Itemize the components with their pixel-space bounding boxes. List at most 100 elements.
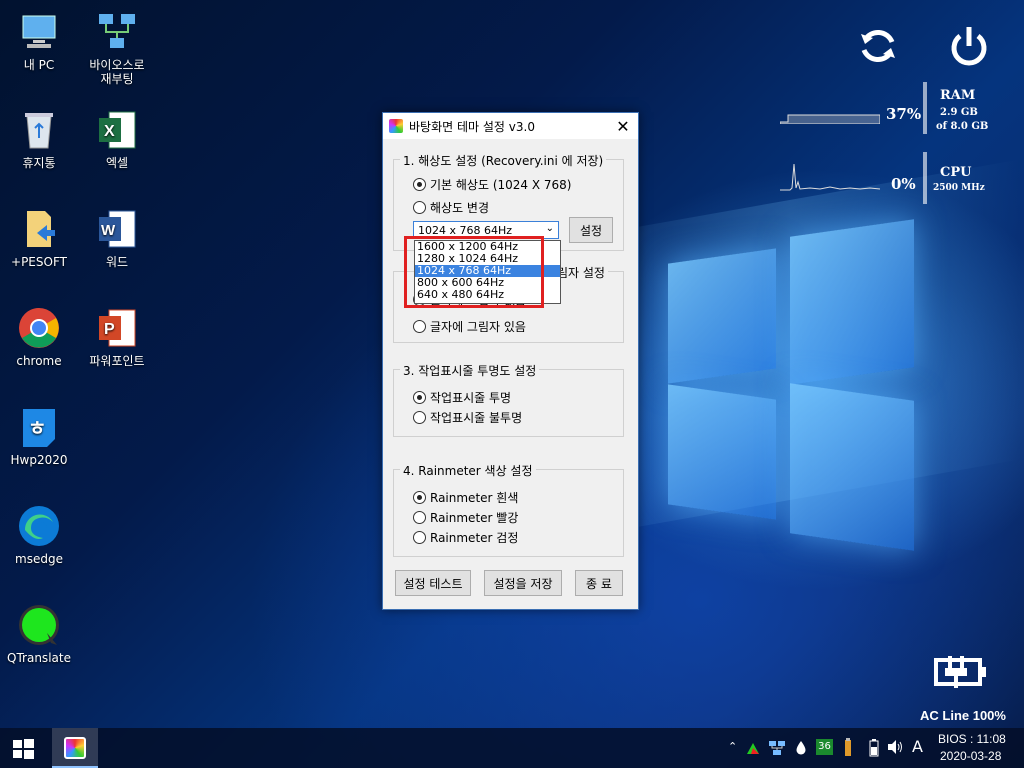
ram-percent: 37% (886, 105, 922, 123)
desktop-icon-label: 바이오스로 (89, 58, 145, 72)
ram-graph (779, 104, 881, 125)
desktop-icon-bios-reboot[interactable]: 바이오스로 재부팅 (78, 10, 156, 86)
desktop-icon-label: 휴지통 (22, 156, 56, 170)
radio-label: Rainmeter 검정 (430, 531, 519, 545)
tray-app-icon[interactable] (745, 740, 761, 759)
power-status: AC Line 100% (920, 708, 1006, 723)
folder-shortcut-icon (17, 207, 61, 251)
dialog-titlebar[interactable]: 바탕화면 테마 설정 v3.0 ✕ (383, 113, 638, 139)
radio-rainmeter-white[interactable]: Rainmeter 흰색 (413, 489, 518, 506)
radio-taskbar-opaque[interactable]: 작업표시줄 불투명 (413, 409, 522, 426)
radio-shadow[interactable]: 글자에 그림자 있음 (413, 318, 526, 335)
svg-text:P: P (104, 321, 115, 338)
radio-label: Rainmeter 흰색 (430, 491, 519, 505)
radio-default-resolution[interactable]: 기본 해상도 (1024 X 768) (413, 176, 572, 193)
widget-divider (923, 82, 927, 134)
desktop-icon-label: QTranslate (7, 651, 71, 665)
radio-dot[interactable] (413, 511, 426, 524)
desktop-icon-label: 내 PC (23, 58, 55, 72)
group-legend: 1. 해상도 설정 (Recovery.ini 에 저장) (400, 152, 607, 169)
windows-logo-pane (668, 384, 776, 520)
desktop-icon-my-pc[interactable]: 내 PC (0, 10, 78, 72)
desktop-icon-chrome[interactable]: chrome (0, 306, 78, 368)
desktop-icon-excel[interactable]: X 엑셀 (78, 108, 156, 170)
radio-label: 글자에 그림자 있음 (430, 320, 526, 334)
desktop-icon-powerpoint[interactable]: P 파워포인트 (78, 306, 156, 368)
radio-dot[interactable] (413, 391, 426, 404)
tray-badge[interactable]: 36 (816, 739, 833, 755)
radio-label: Rainmeter 빨강 (430, 511, 519, 525)
taskbar-app-theme-settings[interactable] (52, 728, 98, 768)
app-icon (389, 119, 403, 133)
cpu-label: CPU (940, 165, 972, 180)
ram-label: RAM (940, 88, 976, 103)
svg-text:W: W (101, 222, 116, 239)
cpu-percent: 0% (891, 175, 916, 193)
group-legend: 3. 작업표시줄 투명도 설정 (400, 362, 540, 379)
windows-start-icon (13, 739, 34, 759)
chevron-down-icon: ⌄ (545, 223, 554, 234)
radio-label: 기본 해상도 (1024 X 768) (430, 178, 572, 192)
close-button[interactable]: ✕ (608, 113, 638, 139)
ram-total: of 8.0 GB (936, 121, 989, 132)
tray-overflow-chevron-icon[interactable]: ⌃ (728, 740, 737, 753)
desktop-icon-msedge[interactable]: msedge (0, 504, 78, 566)
desktop-icon-word[interactable]: W 워드 (78, 207, 156, 269)
start-button[interactable] (10, 736, 36, 762)
radio-taskbar-transparent[interactable]: 작업표시줄 투명 (413, 389, 511, 406)
radio-dot[interactable] (413, 531, 426, 544)
usb-icon[interactable] (842, 738, 854, 761)
qtranslate-icon (17, 603, 61, 647)
highlight-annotation-box (404, 236, 544, 308)
radio-label: 작업표시줄 불투명 (430, 411, 523, 425)
app-icon (64, 737, 86, 759)
monitor-icon (17, 10, 61, 54)
desktop-icon-pesoft[interactable]: +PESOFT (0, 207, 78, 269)
dialog-title: 바탕화면 테마 설정 v3.0 (409, 119, 535, 134)
save-settings-button[interactable]: 설정을 저장 (484, 570, 562, 596)
desktop-icon-label: msedge (15, 552, 63, 566)
svg-text:ㅎ: ㅎ (28, 416, 46, 440)
water-drop-icon[interactable] (794, 740, 808, 759)
radio-dot[interactable] (413, 201, 426, 214)
power-icon[interactable] (947, 24, 991, 68)
refresh-icon[interactable] (856, 24, 900, 68)
network-icon (95, 10, 139, 54)
windows-logo-pane (790, 383, 914, 551)
chrome-icon (17, 306, 61, 350)
edge-icon (17, 504, 61, 548)
widget-divider (923, 152, 927, 204)
network-icon[interactable] (768, 739, 786, 760)
desktop-icon-label: chrome (16, 354, 62, 368)
word-icon: W (95, 207, 139, 251)
theme-settings-dialog: 바탕화면 테마 설정 v3.0 ✕ 1. 해상도 설정 (Recovery.in… (382, 112, 639, 610)
desktop-icon-label: 엑셀 (105, 156, 129, 170)
exit-button[interactable]: 종 료 (575, 570, 623, 596)
radio-change-resolution[interactable]: 해상도 변경 (413, 199, 489, 216)
windows-logo-pane (668, 248, 776, 384)
radio-dot[interactable] (413, 178, 426, 191)
set-resolution-button[interactable]: 설정 (569, 217, 613, 243)
powerpoint-icon: P (95, 306, 139, 350)
test-settings-button[interactable]: 설정 테스트 (395, 570, 471, 596)
radio-dot[interactable] (413, 320, 426, 333)
ime-indicator[interactable]: A (912, 737, 923, 756)
group-legend: 4. Rainmeter 색상 설정 (400, 462, 536, 479)
svg-text:X: X (104, 123, 115, 140)
radio-dot[interactable] (413, 411, 426, 424)
battery-icon[interactable] (868, 738, 880, 761)
radio-label: 작업표시줄 투명 (430, 391, 512, 405)
clock-time[interactable]: BIOS : 11:08 (938, 732, 1006, 746)
radio-rainmeter-black[interactable]: Rainmeter 검정 (413, 529, 518, 546)
clock-date[interactable]: 2020-03-28 (940, 749, 1001, 763)
select-value: 1024 x 768 64Hz (418, 223, 513, 237)
radio-rainmeter-red[interactable]: Rainmeter 빨강 (413, 509, 518, 526)
desktop-icon-qtranslate[interactable]: QTranslate (0, 603, 78, 665)
desktop-icon-label: 재부팅 (100, 72, 134, 86)
radio-dot[interactable] (413, 491, 426, 504)
desktop-icon-label: 워드 (105, 255, 129, 269)
desktop-icon-hwp[interactable]: ㅎ Hwp2020 (0, 405, 78, 467)
windows-logo-pane (790, 219, 914, 385)
volume-icon[interactable] (886, 739, 904, 758)
desktop-icon-recycle-bin[interactable]: 휴지통 (0, 108, 78, 170)
